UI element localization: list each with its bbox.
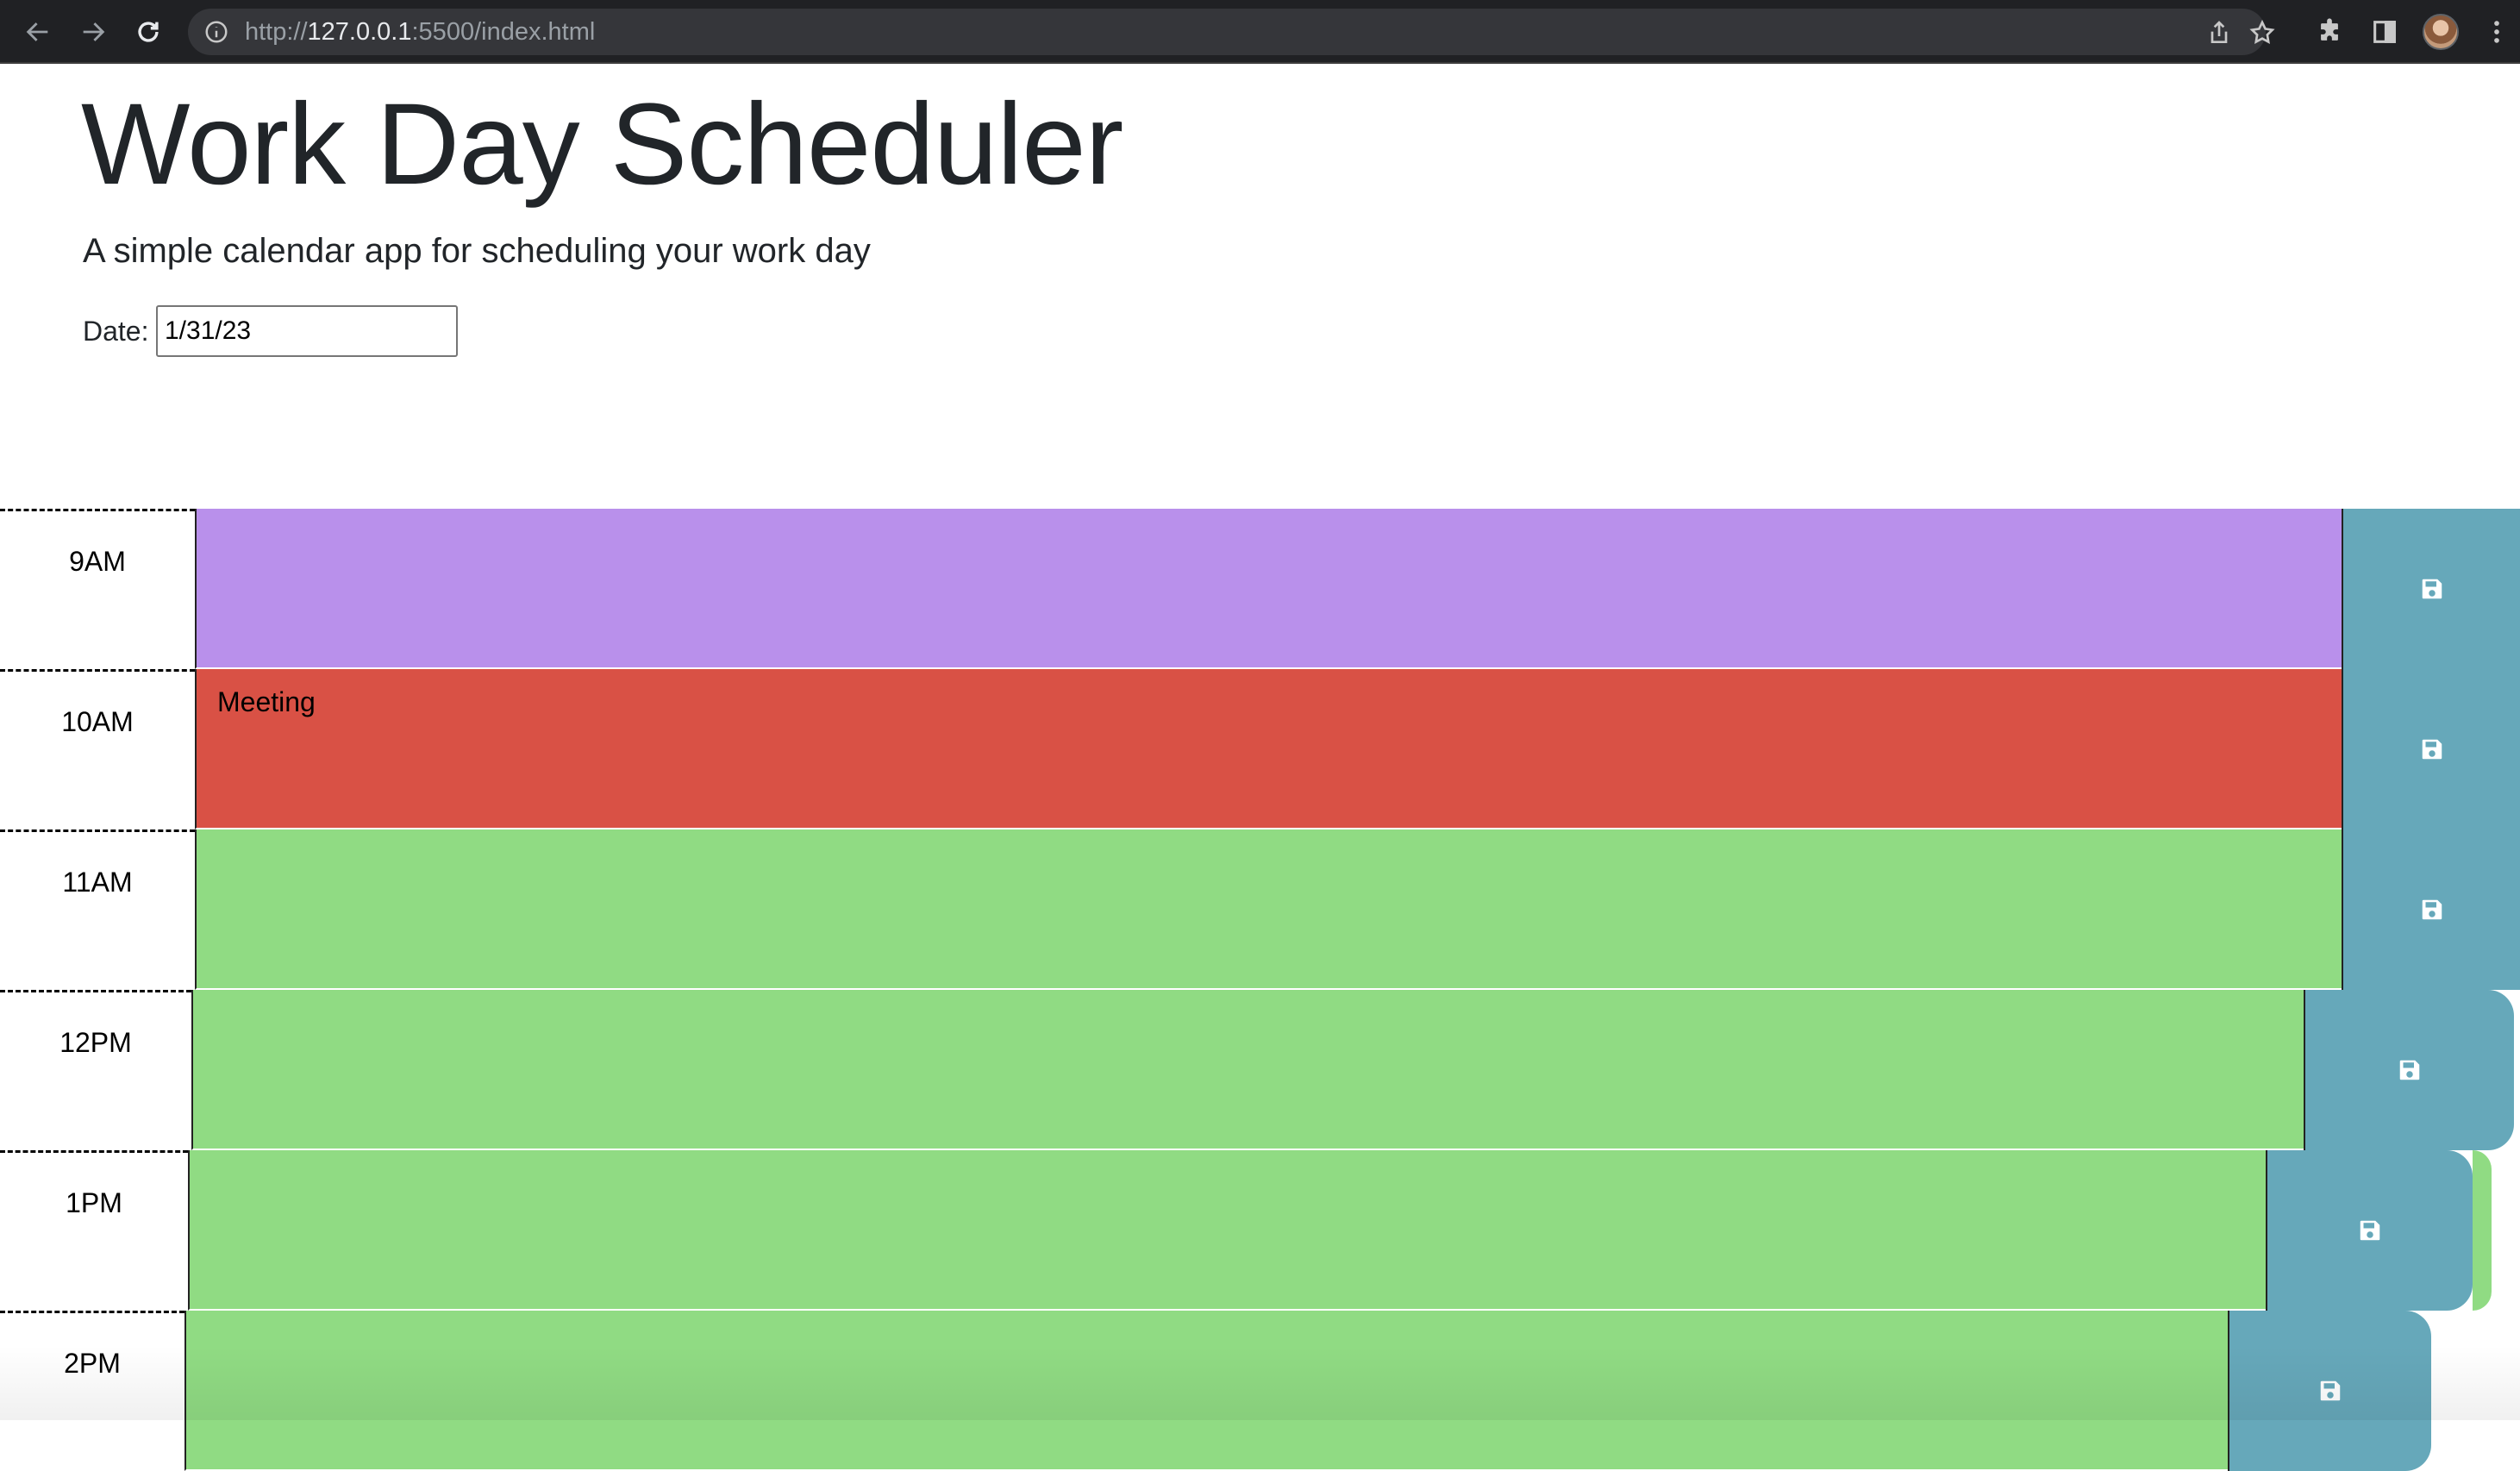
hour-label: 2PM	[0, 1311, 184, 1471]
page-subtitle: A simple calendar app for scheduling you…	[83, 232, 871, 270]
url-path: :5500/index.html	[411, 18, 596, 46]
reload-icon[interactable]	[131, 15, 166, 49]
url-host: 127.0.0.1	[307, 18, 412, 46]
back-arrow-icon[interactable]	[21, 15, 55, 49]
event-description[interactable]	[195, 829, 2342, 990]
info-icon[interactable]	[203, 19, 229, 45]
hour-label: 11AM	[0, 829, 195, 990]
floppy-disk-icon	[2422, 899, 2442, 920]
save-button[interactable]	[2342, 509, 2520, 669]
timeblock-row: 12PM	[0, 990, 2520, 1150]
save-button[interactable]	[2342, 669, 2520, 829]
page-title: Work Day Scheduler	[81, 80, 1123, 209]
timeblock-row: 9AM	[0, 509, 2520, 669]
row-edge	[2473, 1150, 2492, 1311]
event-description[interactable]: Meeting	[195, 669, 2342, 829]
hour-label: 10AM	[0, 669, 195, 829]
save-button[interactable]	[2228, 1311, 2431, 1471]
extensions-icon[interactable]	[2312, 15, 2347, 49]
menu-icon[interactable]	[2479, 15, 2514, 49]
star-icon[interactable]	[2248, 19, 2276, 47]
hour-label: 9AM	[0, 509, 195, 669]
save-button[interactable]	[2266, 1150, 2473, 1311]
hour-label: 1PM	[0, 1150, 188, 1311]
date-input[interactable]	[156, 305, 458, 357]
url-text[interactable]: http://127.0.0.1:5500/index.html	[245, 16, 595, 47]
save-button[interactable]	[2304, 990, 2514, 1150]
share-icon[interactable]	[2205, 19, 2233, 47]
floppy-disk-icon	[2320, 1380, 2341, 1401]
timeblock-row: 11AM	[0, 829, 2520, 990]
hour-label: 12PM	[0, 990, 191, 1150]
event-description[interactable]	[188, 1150, 2266, 1311]
url-scheme: http://	[245, 18, 308, 46]
floppy-disk-icon	[2422, 739, 2442, 760]
timeblock-row: 2PM	[0, 1311, 2520, 1471]
browser-toolbar: http://127.0.0.1:5500/index.html	[0, 0, 2520, 64]
side-panel-icon[interactable]	[2367, 15, 2402, 49]
floppy-disk-icon	[2422, 579, 2442, 599]
timeblock-row: 1PM	[0, 1150, 2520, 1311]
event-description[interactable]	[195, 509, 2342, 669]
forward-arrow-icon[interactable]	[76, 15, 110, 49]
floppy-disk-icon	[2399, 1060, 2420, 1080]
profile-avatar[interactable]	[2423, 14, 2459, 50]
floppy-disk-icon	[2360, 1220, 2380, 1241]
event-description[interactable]	[191, 990, 2304, 1150]
address-bar[interactable]: http://127.0.0.1:5500/index.html	[188, 9, 2275, 55]
date-label: Date:	[83, 316, 149, 347]
event-description[interactable]	[184, 1311, 2228, 1471]
save-button[interactable]	[2342, 829, 2520, 990]
timeblock-row: 10AM Meeting	[0, 669, 2520, 829]
